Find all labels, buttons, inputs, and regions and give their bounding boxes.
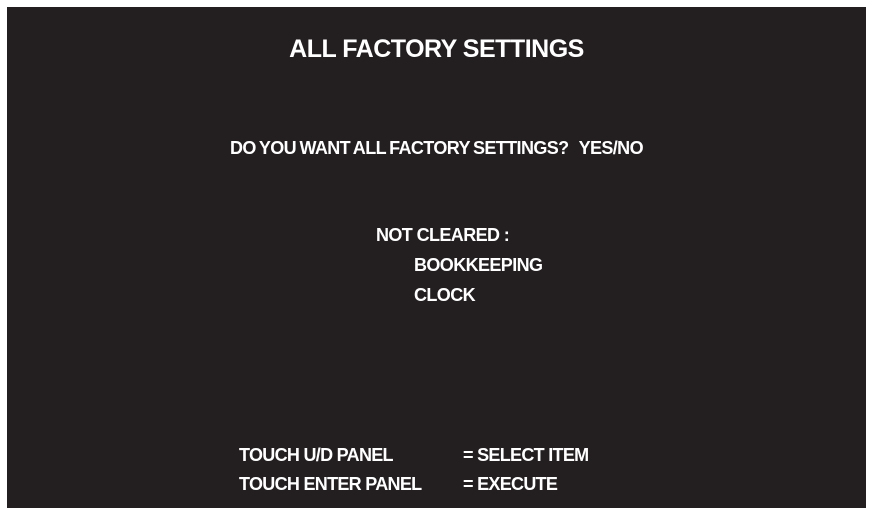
not-cleared-list: NOT CLEARED : BOOKKEEPING CLOCK — [376, 220, 543, 310]
yes-no-options[interactable]: YES/NO — [579, 138, 644, 158]
control-action-select-item: = SELECT ITEM — [463, 445, 589, 465]
control-row-select: TOUCH U/D PANEL = SELECT ITEM — [239, 441, 589, 470]
control-key-enter-panel: TOUCH ENTER PANEL — [239, 474, 422, 494]
factory-reset-prompt: DO YOU WANT ALL FACTORY SETTINGS? YES/NO — [7, 138, 866, 159]
not-cleared-item-clock: CLOCK — [414, 285, 476, 305]
not-cleared-label: NOT CLEARED : — [376, 225, 510, 245]
control-key-ud-panel: TOUCH U/D PANEL — [239, 445, 394, 465]
screen-title: ALL FACTORY SETTINGS — [289, 35, 584, 63]
settings-screen: ALL FACTORY SETTINGS DO YOU WANT ALL FAC… — [7, 7, 866, 508]
control-row-execute: TOUCH ENTER PANEL = EXECUTE — [239, 470, 588, 499]
not-cleared-item-bookkeeping: BOOKKEEPING — [414, 255, 543, 275]
control-action-execute: = EXECUTE — [463, 474, 558, 494]
prompt-question: DO YOU WANT ALL FACTORY SETTINGS? — [230, 138, 569, 158]
control-instructions: TOUCH U/D PANEL = SELECT ITEM TOUCH ENTE… — [239, 441, 589, 499]
